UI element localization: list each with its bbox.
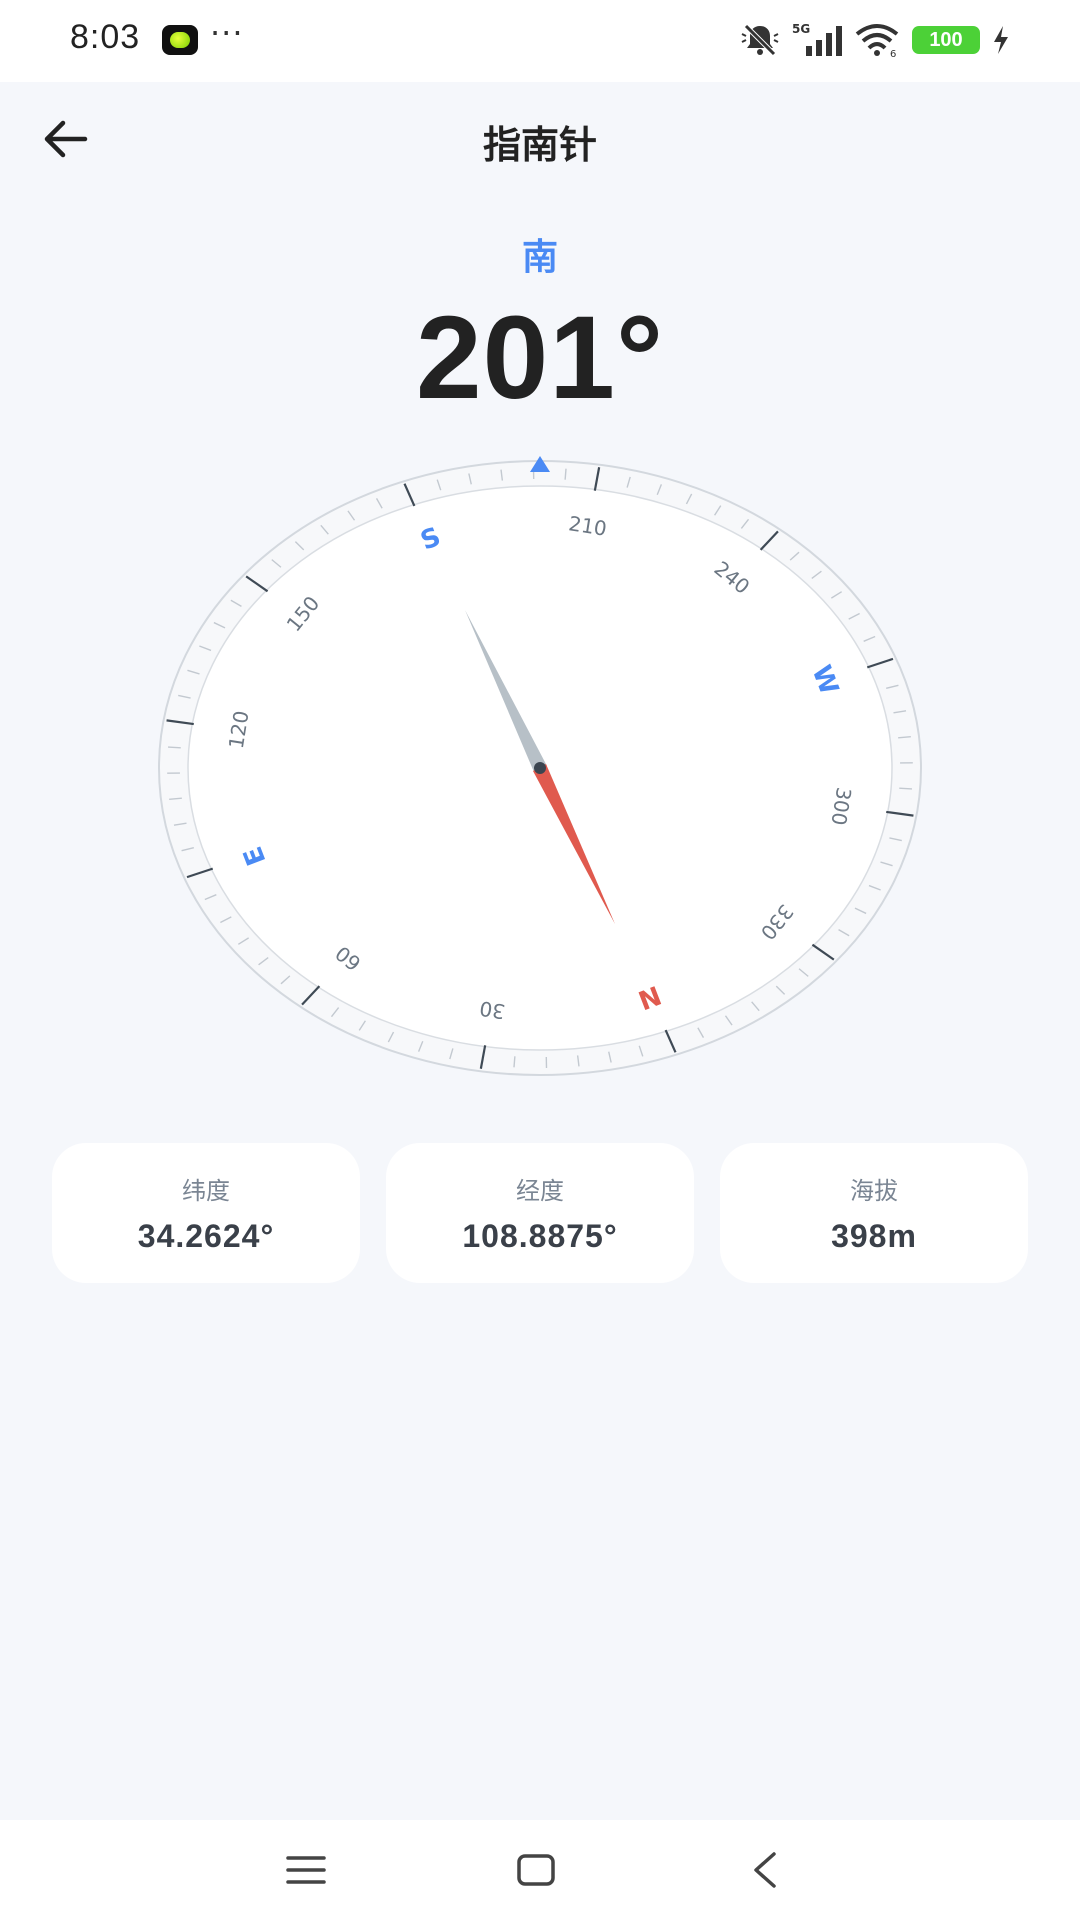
minor-tick [167,746,181,749]
charging-icon [994,26,1008,54]
bell-muted-icon [741,24,779,56]
direction-label: 南 [521,237,558,278]
needle-pivot [534,762,546,774]
longitude-label: 经度 [516,1177,564,1205]
minor-tick [513,1056,516,1068]
longitude-card: 经度 108.8875° [386,1143,694,1283]
altitude-value: 398m [831,1218,917,1254]
info-row: 纬度 34.2624° 经度 108.8875° 海拔 398m [52,1143,1028,1283]
degree-label-30: 30 [478,996,507,1024]
longitude-value: 108.8875° [462,1218,618,1254]
navigation-bar [0,1820,1080,1920]
latitude-value: 34.2624° [137,1218,275,1254]
status-bar: 8:03 ··· 5G 6 100 [0,0,1080,82]
status-icons: 5G 6 100 [740,20,1010,60]
nav-back-button[interactable] [730,1840,800,1900]
app-notification-icon [162,25,198,55]
signal-icon: 5G [792,22,842,56]
nav-home-button[interactable] [501,1840,571,1900]
home-icon [517,1854,555,1886]
svg-text:5G: 5G [792,22,810,36]
minor-tick [899,787,913,790]
altitude-card: 海拔 398m [720,1143,1028,1283]
latitude-card: 纬度 34.2624° [52,1143,360,1283]
minor-tick [564,468,567,480]
app-bar: 指南针 [0,82,1080,192]
back-icon [754,1852,776,1888]
more-notifications-icon: ··· [210,14,244,52]
altitude-label: 海拔 [850,1177,898,1205]
menu-icon [286,1856,326,1884]
compass-dial: N E S W 30 60 120 150 210 240 300 330 [158,456,922,1076]
battery-icon: 100 [912,26,980,54]
latitude-label: 纬度 [182,1177,230,1205]
svg-text:6: 6 [890,49,896,58]
nav-menu-button[interactable] [271,1840,341,1900]
heading-value: 201° [415,292,665,424]
status-time: 8:03 [70,18,141,56]
wifi-icon: 6 [855,24,899,58]
page-title: 指南针 [482,123,597,167]
